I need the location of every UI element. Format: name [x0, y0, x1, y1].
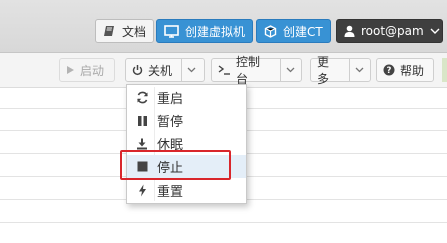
bolt-icon [127, 184, 157, 197]
panel-edge [442, 58, 447, 82]
monitor-icon [164, 24, 179, 38]
create-vm-label: 创建虚拟机 [185, 24, 246, 39]
pause-icon [127, 115, 157, 127]
shutdown-dropdown-menu: 重启 暂停 休眠 停止 重置 [126, 84, 247, 204]
user-icon [344, 25, 355, 37]
console-label: 控制台 [236, 55, 261, 86]
shutdown-dropdown-toggle[interactable] [181, 59, 196, 81]
console-dropdown-toggle[interactable] [280, 59, 295, 81]
start-button[interactable]: 启动 [59, 58, 115, 82]
start-label: 启动 [80, 63, 105, 78]
chevron-down-icon [355, 67, 364, 73]
create-vm-button[interactable]: 创建虚拟机 [156, 19, 254, 43]
menu-item-reset[interactable]: 重置 [127, 179, 246, 202]
top-header-bar: 文档 创建虚拟机 创建CT root@pam [0, 0, 447, 53]
docs-label: 文档 [122, 24, 147, 39]
shutdown-label: 关机 [148, 63, 173, 78]
create-ct-button[interactable]: 创建CT [256, 19, 331, 43]
menu-item-label: 重启 [157, 92, 184, 107]
shutdown-button[interactable]: 关机 [125, 58, 205, 82]
console-button[interactable]: 控制台 [211, 55, 302, 86]
user-menu-button[interactable]: root@pam [336, 19, 443, 43]
book-icon [103, 25, 116, 37]
menu-item-pause[interactable]: 暂停 [127, 109, 246, 132]
power-icon [132, 64, 143, 76]
menu-item-hibernate[interactable]: 休眠 [127, 132, 246, 155]
help-label: 帮助 [400, 63, 425, 78]
download-icon [127, 138, 157, 150]
more-button[interactable]: 更多 [310, 55, 371, 86]
terminal-icon [218, 65, 231, 75]
chevron-down-icon [430, 28, 440, 35]
svg-text:?: ? [387, 66, 392, 76]
menu-item-label: 重置 [157, 185, 184, 200]
docs-button[interactable]: 文档 [95, 19, 155, 43]
create-ct-label: 创建CT [283, 24, 323, 39]
cube-icon [264, 24, 277, 38]
question-circle-icon: ? [383, 64, 395, 76]
user-label: root@pam [361, 24, 424, 38]
chevron-down-icon [286, 67, 295, 73]
grid-row-divider [0, 222, 447, 223]
menu-item-reboot[interactable]: 重启 [127, 86, 246, 109]
menu-item-stop[interactable]: 停止 [127, 155, 246, 178]
menu-item-label: 休眠 [157, 138, 184, 153]
help-button[interactable]: ? 帮助 [376, 58, 434, 82]
chevron-down-icon [187, 67, 196, 73]
play-icon [66, 65, 75, 75]
more-dropdown-toggle[interactable] [349, 59, 364, 81]
more-label: 更多 [317, 55, 330, 86]
menu-item-label: 停止 [157, 161, 184, 176]
stop-icon [127, 161, 157, 172]
refresh-icon [127, 91, 157, 104]
menu-item-label: 暂停 [157, 115, 184, 130]
